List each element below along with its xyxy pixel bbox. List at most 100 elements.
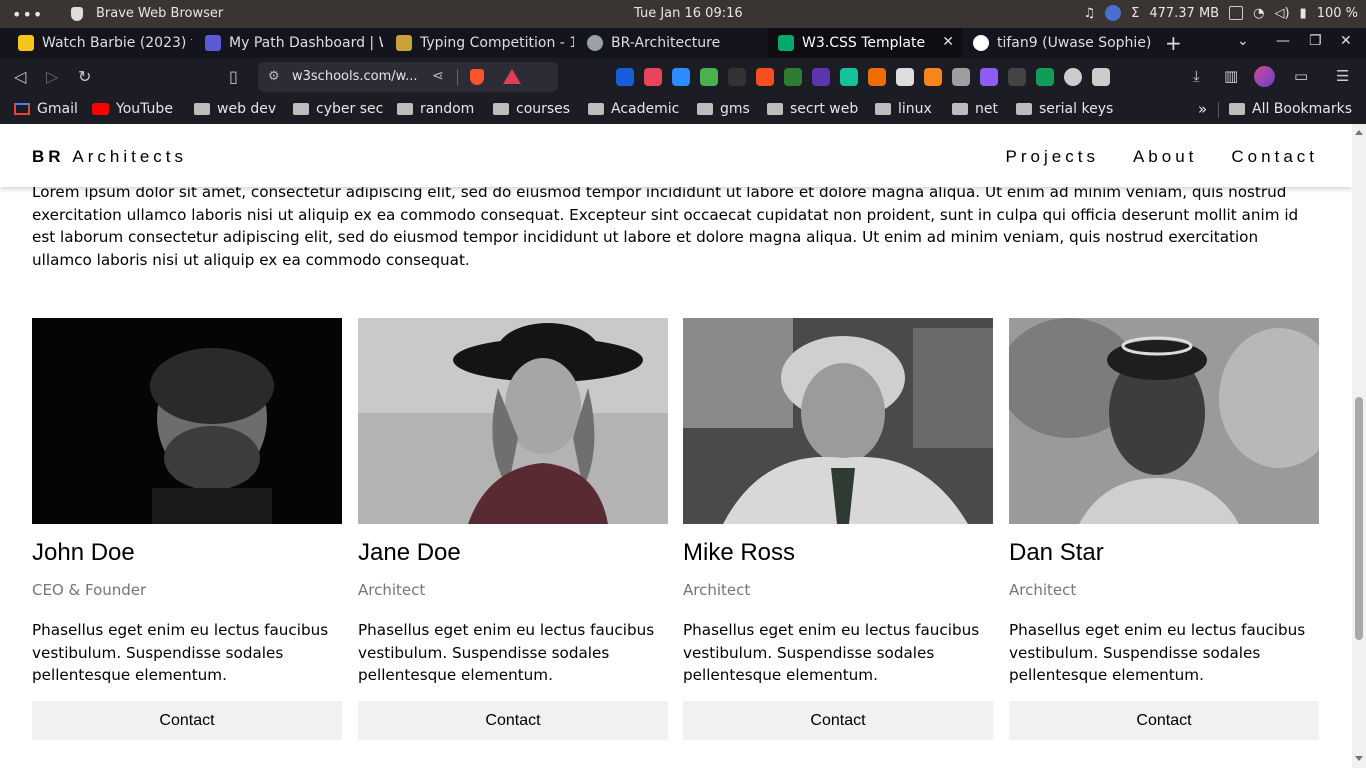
- record-icon[interactable]: [784, 68, 802, 86]
- bookmark-courses[interactable]: courses: [493, 101, 570, 117]
- bookmark-label: secrt web: [790, 101, 859, 117]
- close-tab-icon[interactable]: ✕: [942, 34, 954, 50]
- tab-label: BR-Architecture: [611, 35, 721, 51]
- bookmark-secrt-web[interactable]: secrt web: [767, 101, 858, 117]
- lens-icon[interactable]: [1008, 68, 1026, 86]
- bookmark-label: net: [975, 101, 998, 117]
- tab-search-chevron-icon[interactable]: ⌄: [1237, 33, 1249, 49]
- menu-icon[interactable]: ☰: [1336, 67, 1349, 85]
- brave-shields-icon[interactable]: [470, 69, 484, 85]
- extension-tray-icon[interactable]: [1105, 5, 1122, 21]
- fi-icon[interactable]: [672, 68, 690, 86]
- translate-icon[interactable]: [756, 68, 774, 86]
- contact-button[interactable]: Contact: [1009, 701, 1319, 740]
- grid-app-icon[interactable]: [644, 68, 662, 86]
- globe-icon: [587, 35, 603, 51]
- bookmark-web-dev[interactable]: web dev: [194, 101, 276, 117]
- volume-icon[interactable]: ◁): [1274, 6, 1289, 21]
- nav-about[interactable]: About: [1133, 147, 1197, 167]
- bookmark-linux[interactable]: linux: [875, 101, 932, 117]
- minimize-icon[interactable]: —: [1276, 33, 1290, 49]
- bookmark-serial-keys[interactable]: serial keys: [1016, 101, 1113, 117]
- colors-icon[interactable]: [700, 68, 718, 86]
- prism-icon[interactable]: [980, 68, 998, 86]
- bookmark-gms[interactable]: gms: [697, 101, 750, 117]
- m-icon[interactable]: [1036, 68, 1054, 86]
- bookmark-academic[interactable]: Academic: [588, 101, 679, 117]
- contact-button[interactable]: Contact: [683, 701, 993, 740]
- share-icon[interactable]: ⋖: [432, 68, 444, 84]
- profile-avatar[interactable]: [1254, 66, 1275, 87]
- youtube-icon: [92, 103, 109, 115]
- music-icon[interactable]: ♫: [1083, 6, 1095, 21]
- new-tab-icon[interactable]: +: [1165, 31, 1182, 55]
- bookmark-youtube[interactable]: YouTube: [92, 101, 173, 117]
- address-bar[interactable]: ⚙ w3schools.com/w... ⋖: [258, 62, 558, 92]
- site-info-icon[interactable]: ⚙: [268, 69, 280, 84]
- mute-icon[interactable]: [896, 68, 914, 86]
- chat-icon[interactable]: [1064, 68, 1082, 86]
- nav-contact[interactable]: Contact: [1231, 147, 1318, 167]
- member-name: Jane Doe: [358, 539, 461, 566]
- maximize-icon[interactable]: ❐: [1309, 33, 1322, 49]
- memory-usage[interactable]: 477.37 MB: [1149, 6, 1219, 21]
- bookmark-label: cyber sec: [316, 101, 384, 117]
- brave-rewards-icon[interactable]: [503, 69, 521, 84]
- puzzle-icon[interactable]: [1092, 68, 1110, 86]
- scroll-up-arrow-icon[interactable]: [1355, 130, 1363, 135]
- more-bookmarks-icon[interactable]: »: [1198, 100, 1207, 118]
- all-bookmarks[interactable]: All Bookmarks: [1229, 101, 1352, 117]
- store-icon[interactable]: [868, 68, 886, 86]
- play-icon: [18, 35, 34, 51]
- network-icon[interactable]: ◔: [1253, 6, 1264, 21]
- bitwarden-icon[interactable]: [616, 68, 634, 86]
- grammarly-icon[interactable]: [840, 68, 858, 86]
- team-photo: [358, 318, 668, 524]
- pinwheel-icon[interactable]: [952, 68, 970, 86]
- json-icon[interactable]: [728, 68, 746, 86]
- active-app-name[interactable]: Brave Web Browser: [96, 6, 223, 21]
- gmail-icon: [14, 103, 30, 115]
- metamask-icon[interactable]: [924, 68, 942, 86]
- forward-icon[interactable]: ▷: [46, 67, 58, 86]
- bookmark-random[interactable]: random: [397, 101, 474, 117]
- page-scrollbar[interactable]: [1352, 124, 1366, 768]
- tab-br-architecture[interactable]: BR-Architecture: [577, 28, 765, 58]
- tab-label: Watch Barbie (2023) fu: [42, 35, 192, 51]
- downloads-icon[interactable]: ⤓: [1193, 67, 1200, 85]
- team-photo: [32, 318, 342, 524]
- bookmark-gmail[interactable]: Gmail: [14, 101, 78, 117]
- scroll-down-arrow-icon[interactable]: [1355, 756, 1363, 761]
- tab-barbie[interactable]: Watch Barbie (2023) fu: [8, 28, 192, 58]
- bookmark-cyber-sec[interactable]: cyber sec: [293, 101, 383, 117]
- scroll-thumb[interactable]: [1355, 397, 1363, 640]
- sidebar-icon[interactable]: ▥: [1224, 67, 1238, 85]
- tab-label: Typing Competition - 1: [420, 35, 574, 51]
- bookmarks-bar: Gmail YouTube web dev cyber sec random c…: [0, 96, 1366, 124]
- contact-button[interactable]: Contact: [358, 701, 668, 740]
- close-window-icon[interactable]: ✕: [1340, 33, 1352, 49]
- github-icon: [973, 35, 989, 51]
- bookmark-page-icon[interactable]: ▯: [229, 67, 238, 86]
- reload-icon[interactable]: ↻: [78, 67, 91, 86]
- activities-menu-icon[interactable]: •••: [12, 5, 43, 24]
- team-card: Mike Ross Architect Phasellus eget enim …: [683, 318, 993, 740]
- battery-icon[interactable]: ▮: [1300, 6, 1307, 21]
- back-icon[interactable]: ◁: [14, 67, 26, 86]
- bookmark-net[interactable]: net: [952, 101, 998, 117]
- wallet-icon[interactable]: ▭: [1294, 67, 1308, 85]
- site-brand[interactable]: BR Architects: [32, 147, 187, 167]
- contact-button[interactable]: Contact: [32, 701, 342, 740]
- nav-projects[interactable]: Projects: [1006, 147, 1099, 167]
- url-text[interactable]: w3schools.com/w...: [292, 69, 417, 84]
- tab-github-tifan9[interactable]: tifan9 (Uwase Sophie): [963, 28, 1151, 58]
- tab-w3css-template[interactable]: W3.CSS Template ✕: [768, 28, 962, 58]
- battery-level[interactable]: 100 %: [1317, 6, 1358, 21]
- bookmark-label: serial keys: [1039, 101, 1114, 117]
- tab-typing-competition[interactable]: Typing Competition - 1: [386, 28, 574, 58]
- badge-11-icon[interactable]: [812, 68, 830, 86]
- folder-icon: [697, 103, 713, 115]
- clock[interactable]: Tue Jan 16 09:16: [634, 6, 743, 21]
- clipboard-icon[interactable]: [1229, 6, 1244, 20]
- tab-my-path[interactable]: My Path Dashboard | W: [195, 28, 383, 58]
